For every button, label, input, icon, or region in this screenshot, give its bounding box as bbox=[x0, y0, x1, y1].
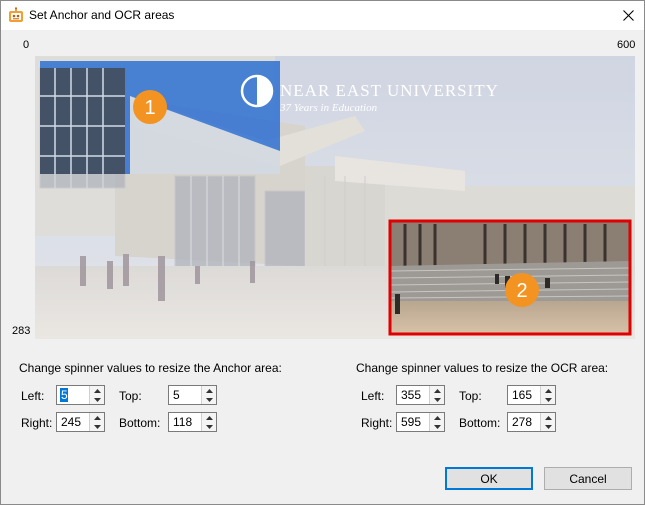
arrow-down-icon bbox=[93, 397, 101, 402]
arrow-up-icon bbox=[205, 388, 213, 393]
anchor-right-spinner[interactable] bbox=[56, 412, 105, 432]
ocr-area bbox=[388, 219, 632, 336]
anchor-right-input[interactable] bbox=[57, 413, 89, 431]
dialog-content: 0 600 283 NEAR EAST UNIVERSITY 37 Years … bbox=[1, 30, 644, 504]
arrow-down-icon bbox=[433, 424, 441, 429]
cancel-button[interactable]: Cancel bbox=[544, 467, 632, 490]
anchor-top-spinner[interactable] bbox=[168, 385, 217, 405]
spin-down-button[interactable] bbox=[202, 422, 216, 431]
arrow-up-icon bbox=[93, 388, 101, 393]
anchor-bottom-spinner[interactable] bbox=[168, 412, 217, 432]
arrow-down-icon bbox=[93, 424, 101, 429]
spinner-buttons bbox=[540, 413, 555, 431]
svg-text:2: 2 bbox=[516, 280, 527, 302]
ocr-bottom-spinner[interactable] bbox=[507, 412, 556, 432]
spin-down-button[interactable] bbox=[202, 395, 216, 404]
svg-text:1: 1 bbox=[144, 97, 155, 119]
arrow-up-icon bbox=[544, 415, 552, 420]
arrow-down-icon bbox=[544, 397, 552, 402]
close-icon[interactable] bbox=[622, 9, 634, 21]
anchor-top-label: Top: bbox=[119, 389, 142, 403]
arrow-down-icon bbox=[433, 397, 441, 402]
y-scale-max-label: 283 bbox=[12, 325, 31, 337]
spin-down-button[interactable] bbox=[430, 395, 444, 404]
banner-title: NEAR EAST UNIVERSITY bbox=[280, 81, 499, 100]
ocr-right-input[interactable] bbox=[397, 413, 429, 431]
arrow-down-icon bbox=[205, 397, 213, 402]
arrow-down-icon bbox=[205, 424, 213, 429]
ok-button[interactable]: OK bbox=[445, 467, 533, 490]
ocr-left-spinner[interactable] bbox=[396, 385, 445, 405]
spin-down-button[interactable] bbox=[430, 422, 444, 431]
spinner-buttons bbox=[429, 386, 444, 404]
window-title: Set Anchor and OCR areas bbox=[29, 8, 175, 22]
arrow-up-icon bbox=[205, 415, 213, 420]
anchor-marker: 1 bbox=[133, 90, 167, 124]
spinner-buttons bbox=[540, 386, 555, 404]
banner-subtitle: 37 Years in Education bbox=[279, 102, 378, 114]
spinner-buttons bbox=[429, 413, 444, 431]
arrow-up-icon bbox=[544, 388, 552, 393]
spin-down-button[interactable] bbox=[90, 395, 104, 404]
title-bar: Set Anchor and OCR areas bbox=[1, 1, 644, 30]
ocr-bottom-input[interactable] bbox=[508, 413, 540, 431]
anchor-left-input[interactable] bbox=[57, 386, 89, 404]
ocr-bottom-label: Bottom: bbox=[459, 416, 501, 430]
close-button[interactable] bbox=[613, 3, 643, 27]
arrow-up-icon bbox=[93, 415, 101, 420]
spin-down-button[interactable] bbox=[541, 395, 555, 404]
x-scale-min-label: 0 bbox=[23, 39, 30, 51]
spin-down-button[interactable] bbox=[541, 422, 555, 431]
anchor-bottom-input[interactable] bbox=[169, 413, 201, 431]
x-scale-max-label: 600 bbox=[617, 39, 636, 51]
robot-app-icon bbox=[9, 7, 23, 22]
ocr-top-label: Top: bbox=[459, 389, 482, 403]
ocr-left-input[interactable] bbox=[397, 386, 429, 404]
anchor-left-label: Left: bbox=[21, 389, 45, 403]
spinner-buttons bbox=[89, 386, 104, 404]
arrow-down-icon bbox=[544, 424, 552, 429]
ocr-heading: Change spinner values to resize the OCR … bbox=[356, 361, 609, 375]
spinner-buttons bbox=[89, 413, 104, 431]
dialog-window: Set Anchor and OCR areas 0 600 283 NEAR … bbox=[0, 0, 645, 505]
ocr-left-label: Left: bbox=[361, 389, 385, 403]
spinner-buttons bbox=[201, 386, 216, 404]
anchor-heading: Change spinner values to resize the Anch… bbox=[19, 361, 282, 375]
anchor-left-spinner[interactable] bbox=[56, 385, 105, 405]
arrow-up-icon bbox=[433, 388, 441, 393]
ocr-right-spinner[interactable] bbox=[396, 412, 445, 432]
anchor-bottom-label: Bottom: bbox=[119, 416, 161, 430]
campus-photo: NEAR EAST UNIVERSITY 37 Years in Educati… bbox=[35, 56, 635, 339]
anchor-right-label: Right: bbox=[21, 416, 53, 430]
ocr-top-spinner[interactable] bbox=[507, 385, 556, 405]
spin-down-button[interactable] bbox=[90, 422, 104, 431]
ocr-right-label: Right: bbox=[361, 416, 393, 430]
anchor-top-input[interactable] bbox=[169, 386, 201, 404]
ocr-marker: 2 bbox=[505, 273, 539, 307]
arrow-up-icon bbox=[433, 415, 441, 420]
preview-image: NEAR EAST UNIVERSITY 37 Years in Educati… bbox=[35, 56, 635, 339]
spinner-buttons bbox=[201, 413, 216, 431]
ocr-top-input[interactable] bbox=[508, 386, 540, 404]
